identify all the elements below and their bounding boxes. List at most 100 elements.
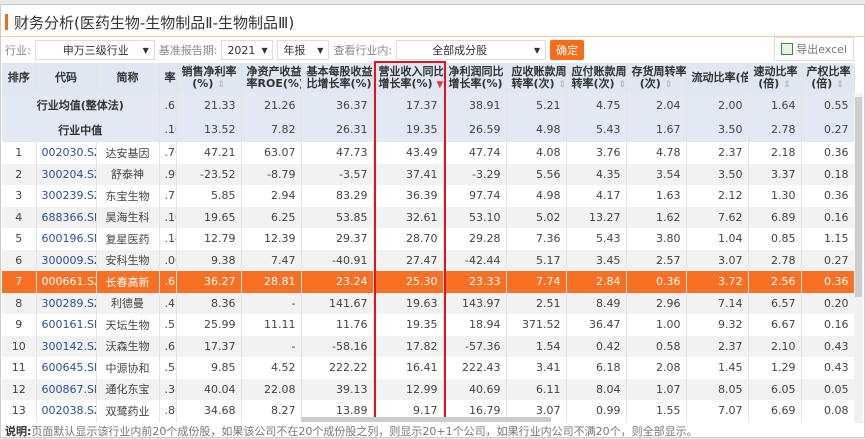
column-header[interactable]: 存货周转率 (次) ⇕ <box>626 63 687 93</box>
table-cell: 0.27 <box>801 249 855 271</box>
table-cell: 36.27 <box>176 271 242 293</box>
table-cell: 通化东宝 <box>96 378 160 400</box>
table-cell: 29.28 <box>443 228 507 250</box>
scope-select[interactable]: 全部成分股 ▼ <box>396 40 547 60</box>
table-cell: 12.99 <box>373 378 444 400</box>
table-cell: .53 <box>159 314 177 336</box>
table-row[interactable]: 2300204.SZ舒泰神.90-23.52-8.79-3.5737.41-3.… <box>2 163 855 185</box>
table-row[interactable]: 1002030.SZ达安基因.7647.2163.0747.7343.4947.… <box>2 142 855 164</box>
table-cell: 5 <box>2 228 37 250</box>
summary-cell: 21.26 <box>241 93 302 118</box>
stock-code-link[interactable]: 002038.SZ <box>36 400 97 422</box>
table-cell: 6.05 <box>748 378 802 400</box>
column-header[interactable]: 基本每股收益同比增长率(%) ⇕ <box>301 63 374 93</box>
table-cell: .76 <box>159 142 177 164</box>
table-cell: 2.37 <box>686 142 749 164</box>
sort-icon[interactable]: ▼ <box>436 80 442 90</box>
table-row[interactable]: 6300009.SZ安科生物.069.387.47-40.9127.47-42.… <box>2 249 855 271</box>
table-cell: 47.21 <box>176 142 242 164</box>
export-excel-button[interactable]: 导出excel <box>774 37 854 61</box>
stock-code-link[interactable]: 600867.SH <box>36 378 97 400</box>
title-text: 财务分析(医药生物-生物制品Ⅱ-生物制品Ⅲ) <box>14 13 295 32</box>
table-cell: 28.70 <box>373 228 444 250</box>
table-cell: 13.27 <box>566 206 627 228</box>
vertical-scrollbar[interactable] <box>854 93 863 423</box>
stock-code-link[interactable]: 300239.SZ <box>36 185 97 207</box>
report-value: 年报 <box>283 44 306 57</box>
table-row[interactable]: 5600196.SH复星医药.1412.7912.3929.3728.7029.… <box>2 228 855 250</box>
summary-cell: 26.31 <box>301 117 374 142</box>
table-cell: 34.68 <box>176 400 242 422</box>
confirm-button[interactable]: 确定 <box>550 40 585 60</box>
stock-code-link[interactable]: 600196.SH <box>36 228 97 250</box>
summary-cell: 1.64 <box>748 93 802 118</box>
stock-code-link[interactable]: 300142.SZ <box>36 335 97 357</box>
table-cell: .89 <box>159 400 177 422</box>
page-title: 财务分析(医药生物-生物制品Ⅱ-生物制品Ⅲ) <box>5 11 294 33</box>
header-text: 增长率(%) <box>378 76 433 90</box>
column-header[interactable]: 率 <box>159 63 177 93</box>
column-header[interactable]: 销售净利率 (%) ⇕ <box>176 63 242 93</box>
table-cell: 222.43 <box>443 357 507 379</box>
table-row[interactable]: 7000661.SZ长春高新.6136.2728.8123.2425.3023.… <box>2 271 855 293</box>
sort-icon[interactable]: ⇕ <box>217 80 225 90</box>
table-cell: .14 <box>159 228 177 250</box>
table-row[interactable]: 10300142.SZ沃森生物.6117.37--58.1617.82-57.3… <box>2 335 855 357</box>
table-cell: 1 <box>2 142 37 164</box>
stock-code-link[interactable]: 002030.SZ <box>36 142 97 164</box>
table-cell: 3.37 <box>748 163 802 185</box>
caret-down-icon: ▼ <box>142 45 149 55</box>
header-row: 排序 代码 简称 率销售净利率(%) ⇕净资产收益率ROE(%) ⇕基本每股收益同比增… <box>2 63 855 93</box>
column-header[interactable]: 应收账款周 转率(次) ⇕ <box>506 63 567 93</box>
table-row[interactable]: 11600645.SH中源协和.589.854.52222.2216.41222… <box>2 357 855 379</box>
table-cell: 舒泰神 <box>96 163 160 185</box>
stock-code-link[interactable]: 000661.SZ <box>36 271 97 293</box>
sort-icon[interactable]: ⇕ <box>558 80 565 90</box>
column-header[interactable]: 净资产收益率ROE(%) ⇕ <box>241 63 302 93</box>
stock-code-link[interactable]: 300204.SZ <box>36 163 97 185</box>
column-header[interactable]: 产权比率 (倍) ⇕ <box>801 63 855 93</box>
sort-icon[interactable]: ⇕ <box>783 80 791 90</box>
table-cell: 0.36 <box>801 142 855 164</box>
table-row[interactable]: 8300289.SZ利德曼.478.36-141.6719.63143.972.… <box>2 292 855 314</box>
column-header[interactable]: 应付账款周 转率(次) ⇕ <box>566 63 627 93</box>
table-cell: 13 <box>2 400 37 422</box>
table-cell: 0.36 <box>626 271 687 293</box>
table-row[interactable]: 3300239.SZ东宝生物.715.852.9483.2936.3997.74… <box>2 185 855 207</box>
sort-icon[interactable]: ⇕ <box>836 80 844 90</box>
table-cell: 8.27 <box>241 400 302 422</box>
year-select[interactable]: 2021 ▼ <box>221 40 274 60</box>
table-cell: 0.36 <box>801 185 855 207</box>
table-cell: 2.56 <box>748 271 802 293</box>
table-row[interactable]: 12600867.SH通化东宝.3840.0422.0839.1312.9940… <box>2 378 855 400</box>
industry-select[interactable]: 申万三级行业 ▼ <box>34 40 155 60</box>
horizontal-scrollbar[interactable] <box>301 417 551 422</box>
table-cell: 4.52 <box>241 357 302 379</box>
stock-code-link[interactable]: 300009.SZ <box>36 249 97 271</box>
sort-icon[interactable]: ⇕ <box>618 80 625 90</box>
stock-code-link[interactable]: 600161.SH <box>36 314 97 336</box>
table-row[interactable]: 9600161.SH天坛生物.5325.9911.1111.7619.3518.… <box>2 314 855 336</box>
table-cell: 4 <box>2 206 37 228</box>
scrollbar-thumb[interactable] <box>855 97 862 297</box>
stock-code-link[interactable]: 600645.SH <box>36 357 97 379</box>
header-text: (倍) <box>811 76 833 90</box>
summary-cell: 17.37 <box>373 93 444 118</box>
summary-label: 行业中值 <box>2 117 160 142</box>
summary-cell: .10 <box>159 117 177 142</box>
column-header[interactable]: 速动比率 (倍) ⇕ <box>748 63 802 93</box>
table-row[interactable]: 4688366.SH昊海生科.1019.656.2553.8532.6153.1… <box>2 206 855 228</box>
table-cell: 2 <box>2 163 37 185</box>
report-select[interactable]: 年报 ▼ <box>277 40 330 60</box>
stock-code-link[interactable]: 300289.SZ <box>36 292 97 314</box>
table-cell: .61 <box>159 335 177 357</box>
sort-icon[interactable]: ⇕ <box>665 80 673 90</box>
column-header[interactable]: 净利润同比增长率(%) ⇕ <box>443 63 507 93</box>
column-header[interactable]: 营业收入同比 增长率(%) ▼ <box>373 63 444 93</box>
column-header[interactable]: 流动比率(倍) ⇕ <box>686 63 749 93</box>
table-cell: 0.43 <box>801 357 855 379</box>
column-header: 排序 <box>2 63 37 93</box>
table-cell: 6.67 <box>748 314 802 336</box>
stock-code-link[interactable]: 688366.SH <box>36 206 97 228</box>
note-text: 页面默认显示该行业内前20个成份股，如果该公司不在20个成份股之列，则显示20+… <box>31 425 698 438</box>
